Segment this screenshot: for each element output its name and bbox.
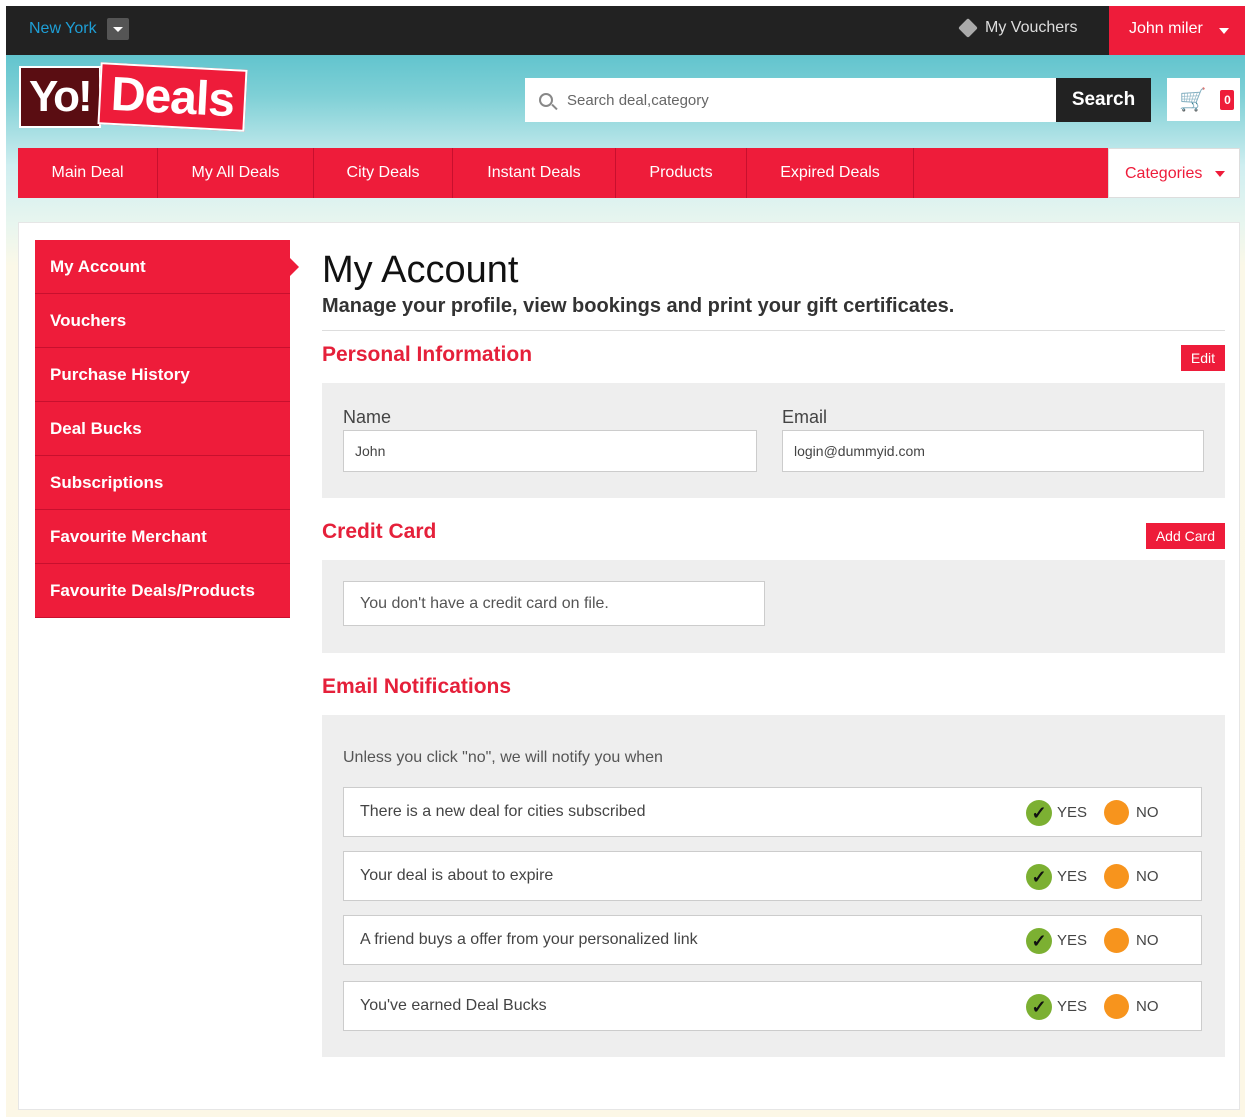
yes-check-icon[interactable]: ✓	[1026, 864, 1052, 890]
yes-check-icon[interactable]: ✓	[1026, 928, 1052, 954]
no-label[interactable]: NO	[1136, 998, 1159, 1015]
search-icon	[539, 93, 553, 107]
caret-down-icon	[1219, 28, 1229, 34]
user-name: John miler	[1129, 20, 1203, 37]
nav-city-deals[interactable]: City Deals	[314, 148, 453, 198]
cart-icon: 🛒	[1179, 86, 1207, 112]
yes-label[interactable]: YES	[1057, 998, 1087, 1015]
yes-check-icon[interactable]: ✓	[1026, 800, 1052, 826]
sidebar-item-my-account[interactable]: My Account	[35, 240, 299, 294]
search-button[interactable]: Search	[1056, 78, 1151, 122]
no-radio-icon[interactable]	[1104, 928, 1129, 953]
no-label[interactable]: NO	[1136, 804, 1159, 821]
page-subtitle: Manage your profile, view bookings and p…	[322, 295, 955, 317]
divider	[322, 330, 1225, 331]
search-box	[525, 78, 1057, 122]
nav-my-all-deals[interactable]: My All Deals	[158, 148, 314, 198]
personal-info-heading: Personal Information	[322, 343, 533, 366]
sidebar-item-purchase-history[interactable]: Purchase History	[35, 348, 290, 402]
account-sidebar: My Account Vouchers Purchase History Dea…	[35, 240, 299, 618]
main-nav: Main Deal My All Deals City Deals Instan…	[18, 148, 1240, 198]
name-field[interactable]: John	[343, 430, 757, 472]
credit-card-heading: Credit Card	[322, 520, 437, 543]
nav-main-deal[interactable]: Main Deal	[18, 148, 158, 198]
yes-check-icon[interactable]: ✓	[1026, 994, 1052, 1020]
notification-row: There is a new deal for cities subscribe…	[343, 787, 1202, 837]
categories-label: Categories	[1125, 165, 1203, 182]
notification-row: Your deal is about to expire ✓ YES NO	[343, 851, 1202, 901]
yes-label[interactable]: YES	[1057, 804, 1087, 821]
my-vouchers-link[interactable]: My Vouchers	[958, 18, 1078, 38]
notification-text: There is a new deal for cities subscribe…	[360, 803, 646, 820]
sidebar-item-favourite-deals[interactable]: Favourite Deals/Products	[35, 564, 290, 618]
no-label[interactable]: NO	[1136, 932, 1159, 949]
edit-button[interactable]: Edit	[1180, 345, 1225, 371]
sidebar-item-subscriptions[interactable]: Subscriptions	[35, 456, 290, 510]
account-content: My Account Manage your profile, view boo…	[322, 247, 1225, 1057]
nav-products[interactable]: Products	[616, 148, 747, 198]
nav-expired-deals[interactable]: Expired Deals	[747, 148, 914, 198]
notifications-intro: Unless you click "no", we will notify yo…	[343, 749, 663, 766]
email-field[interactable]: login@dummyid.com	[782, 430, 1204, 472]
main-panel: My Account Vouchers Purchase History Dea…	[18, 222, 1240, 1110]
logo[interactable]: Yo! Deals	[19, 62, 248, 132]
email-label: Email	[782, 407, 828, 427]
cart-button[interactable]: 🛒 0	[1167, 78, 1240, 121]
top-bar: New York My Vouchers John miler	[6, 6, 1245, 55]
categories-dropdown[interactable]: Categories	[1108, 148, 1240, 198]
sidebar-item-deal-bucks[interactable]: Deal Bucks	[35, 402, 290, 456]
credit-card-panel: You don't have a credit card on file.	[322, 560, 1225, 653]
no-radio-icon[interactable]	[1104, 800, 1129, 825]
city-dropdown-icon[interactable]	[107, 18, 129, 40]
notifications-panel: Unless you click "no", we will notify yo…	[322, 715, 1225, 1057]
yes-label[interactable]: YES	[1057, 868, 1087, 885]
notification-text: A friend buys a offer from your personal…	[360, 931, 698, 948]
notification-text: You've earned Deal Bucks	[360, 997, 547, 1014]
logo-deals: Deals	[97, 62, 248, 132]
sidebar-item-vouchers[interactable]: Vouchers	[35, 294, 290, 348]
caret-down-icon	[1215, 171, 1225, 177]
nav-instant-deals[interactable]: Instant Deals	[453, 148, 616, 198]
personal-info-panel: Name John Email login@dummyid.com	[322, 383, 1225, 498]
page-title: My Account	[322, 249, 519, 291]
notification-row: You've earned Deal Bucks ✓ YES NO	[343, 981, 1202, 1031]
notification-row: A friend buys a offer from your personal…	[343, 915, 1202, 965]
tag-icon	[958, 18, 978, 38]
logo-yo: Yo!	[19, 66, 101, 128]
no-radio-icon[interactable]	[1104, 864, 1129, 889]
cart-count-badge: 0	[1220, 89, 1235, 110]
email-notifications-heading: Email Notifications	[322, 675, 512, 698]
user-menu[interactable]: John miler	[1109, 6, 1245, 55]
name-label: Name	[343, 407, 392, 427]
sidebar-item-favourite-merchant[interactable]: Favourite Merchant	[35, 510, 290, 564]
notification-text: Your deal is about to expire	[360, 867, 554, 884]
yes-label[interactable]: YES	[1057, 932, 1087, 949]
no-label[interactable]: NO	[1136, 868, 1159, 885]
my-vouchers-label: My Vouchers	[985, 19, 1078, 36]
add-card-button[interactable]: Add Card	[1145, 523, 1225, 549]
no-card-message: You don't have a credit card on file.	[343, 581, 765, 626]
city-selector-label[interactable]: New York	[29, 20, 97, 38]
search-input[interactable]	[567, 91, 1037, 109]
no-radio-icon[interactable]	[1104, 994, 1129, 1019]
